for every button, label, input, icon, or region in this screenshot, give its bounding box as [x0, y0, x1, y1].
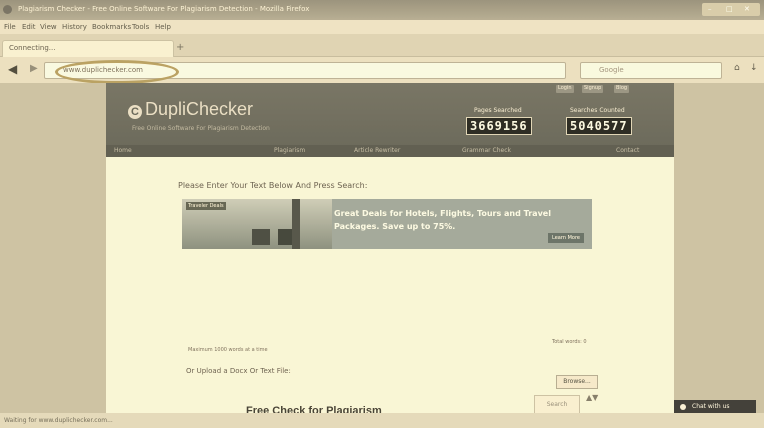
back-button[interactable]: ◀ — [8, 62, 17, 76]
menu-file[interactable]: File — [4, 23, 16, 31]
top-links: Login Signup Blog — [536, 85, 646, 94]
nav-contact[interactable]: Contact — [616, 147, 639, 154]
logo-text: DupliChecker — [145, 99, 254, 119]
home-icon[interactable]: ⌂ — [734, 63, 740, 73]
browse-button[interactable]: Browse... — [556, 375, 598, 389]
search-placeholder: Google — [599, 66, 624, 74]
input-prompt: Please Enter Your Text Below And Press S… — [178, 181, 368, 190]
blog-link[interactable]: Blog — [614, 85, 630, 93]
ad-banner[interactable]: Traveler Deals Great Deals for Hotels, F… — [182, 199, 592, 249]
download-icon[interactable]: ↓ — [750, 63, 758, 73]
ad-photo: Traveler Deals — [182, 199, 332, 249]
maximize-button[interactable]: □ — [726, 5, 733, 13]
menu-view[interactable]: View — [40, 23, 57, 31]
site-logo[interactable]: C DupliChecker — [128, 99, 253, 120]
upload-label: Or Upload a Docx Or Text File: — [186, 367, 291, 375]
nav-home[interactable]: Home — [114, 147, 132, 154]
menu-edit[interactable]: Edit — [22, 23, 36, 31]
menu-bar: File Edit View History Bookmarks Tools H… — [0, 20, 764, 34]
browser-viewport: C DupliChecker Free Online Software For P… — [0, 83, 764, 417]
counter-searches-value: 5040577 — [566, 117, 632, 135]
nav-grammar-check[interactable]: Grammar Check — [462, 147, 511, 154]
counter-pages-label: Pages Searched — [474, 107, 522, 114]
menu-history[interactable]: History — [62, 23, 87, 31]
window-titlebar: Plagiarism Checker - Free Online Softwar… — [0, 0, 764, 20]
signup-link[interactable]: Signup — [582, 85, 604, 93]
ad-cta-button[interactable]: Learn More — [548, 233, 584, 243]
close-button[interactable]: ✕ — [744, 5, 750, 13]
total-words: Total words: 0 — [552, 339, 587, 345]
chat-label: Chat with us — [692, 403, 730, 410]
tab-label: Connecting... — [9, 44, 56, 52]
search-button[interactable]: Search — [534, 395, 580, 415]
menu-tools[interactable]: Tools — [132, 23, 149, 31]
window-title: Plagiarism Checker - Free Online Softwar… — [18, 5, 310, 13]
new-tab-button[interactable]: + — [176, 42, 184, 53]
tab-bar: Connecting... + — [0, 34, 764, 57]
status-text: Waiting for www.duplichecker.com... — [4, 417, 113, 424]
site-tagline: Free Online Software For Plagiarism Dete… — [132, 125, 270, 132]
spinner-icon[interactable]: ▲▼ — [586, 393, 598, 402]
ad-chair-left — [252, 229, 270, 245]
ad-text: Great Deals for Hotels, Flights, Tours a… — [334, 209, 551, 231]
ad-badge: Traveler Deals — [186, 202, 226, 210]
chat-widget[interactable]: Chat with us — [674, 400, 756, 414]
search-bar[interactable]: Google — [580, 62, 722, 79]
logo-c-icon: C — [128, 105, 142, 119]
tab-active[interactable]: Connecting... — [2, 40, 174, 57]
nav-plagiarism[interactable]: Plagiarism — [274, 147, 305, 154]
word-limit-note: Maximum 1000 words at a time — [188, 347, 268, 353]
menu-bookmarks[interactable]: Bookmarks — [92, 23, 131, 31]
ad-post — [292, 199, 300, 249]
status-bar: Waiting for www.duplichecker.com... — [0, 413, 764, 428]
login-link[interactable]: Login — [556, 85, 574, 93]
web-page: C DupliChecker Free Online Software For P… — [106, 83, 674, 417]
nav-article-rewriter[interactable]: Article Rewriter — [354, 147, 400, 154]
menu-help[interactable]: Help — [155, 23, 171, 31]
counter-pages-value: 3669156 — [466, 117, 532, 135]
chat-icon — [680, 404, 686, 410]
site-header: C DupliChecker Free Online Software For P… — [106, 83, 674, 157]
counter-searches-label: Searches Counted — [570, 107, 625, 114]
window-controls: – □ ✕ — [702, 3, 760, 16]
minimize-button[interactable]: – — [708, 5, 712, 13]
firefox-icon — [3, 5, 12, 14]
site-nav: Home Plagiarism Article Rewriter Grammar… — [106, 145, 674, 157]
